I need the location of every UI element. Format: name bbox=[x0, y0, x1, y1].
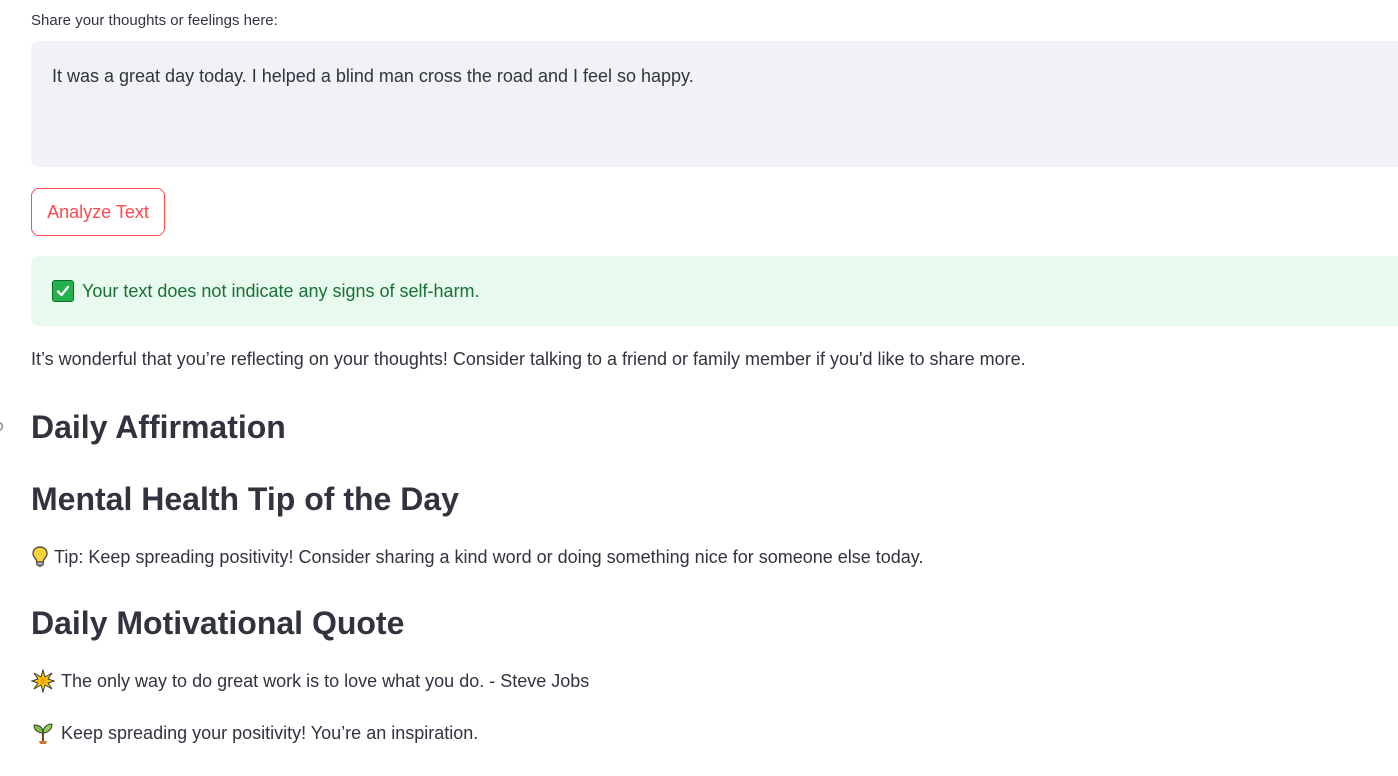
app-page: Share your thoughts or feelings here: It… bbox=[0, 0, 1398, 776]
seedling-icon bbox=[31, 721, 55, 745]
check-mark-button-icon bbox=[52, 280, 74, 302]
quote-text: The only way to do great work is to love… bbox=[61, 670, 590, 691]
analyze-text-button[interactable]: Analyze Text bbox=[31, 188, 165, 236]
quote-row: The only way to do great work is to love… bbox=[31, 669, 589, 693]
tip-text: Tip: Keep spreading positivity! Consider… bbox=[54, 546, 924, 567]
light-bulb-icon bbox=[31, 545, 49, 569]
sidebar-handle-icon[interactable] bbox=[0, 420, 6, 434]
success-message: Your text does not indicate any signs of… bbox=[82, 280, 480, 301]
tip-heading: Mental Health Tip of the Day bbox=[31, 481, 459, 517]
affirmation-heading: Daily Affirmation bbox=[31, 409, 286, 445]
success-alert: Your text does not indicate any signs of… bbox=[31, 256, 1398, 326]
thoughts-textarea[interactable]: It was a great day today. I helped a bli… bbox=[31, 41, 1398, 167]
encouragement-row: Keep spreading your positivity! You’re a… bbox=[31, 721, 478, 745]
followup-text: It’s wonderful that you’re reflecting on… bbox=[31, 349, 1026, 369]
encouragement-text: Keep spreading your positivity! You’re a… bbox=[61, 722, 479, 743]
tip-row: Tip: Keep spreading positivity! Consider… bbox=[31, 545, 923, 569]
thoughts-input-label: Share your thoughts or feelings here: bbox=[31, 12, 278, 29]
quote-heading: Daily Motivational Quote bbox=[31, 605, 405, 641]
sparkle-star-icon bbox=[31, 669, 55, 693]
